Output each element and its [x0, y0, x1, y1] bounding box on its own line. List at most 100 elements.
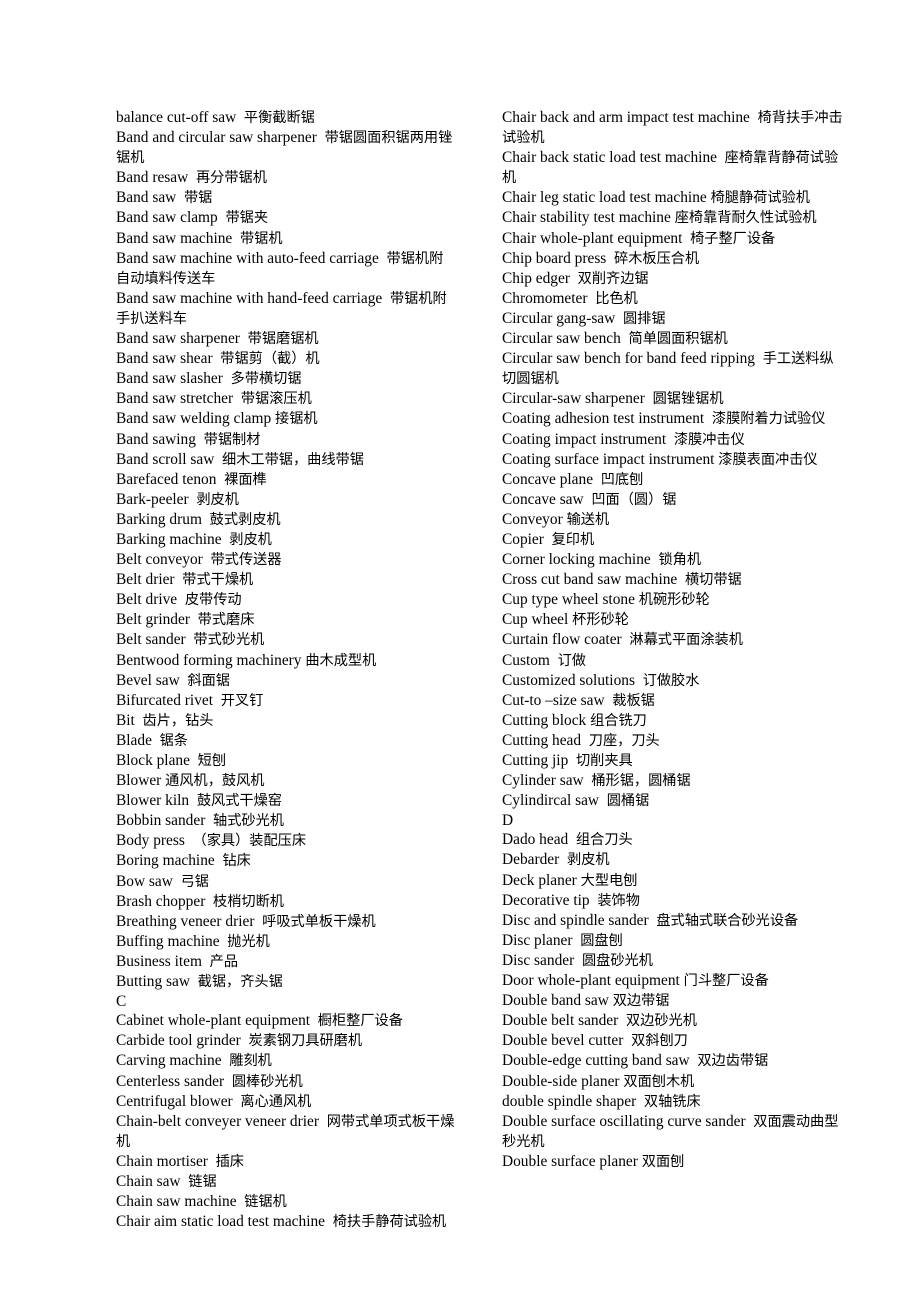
entry-separator	[704, 410, 712, 427]
entry-separator	[173, 873, 181, 890]
entry-term-zh: 刀座，刀头	[588, 732, 660, 749]
glossary-entry: Barking drum 鼓式剥皮机	[116, 510, 457, 530]
entry-separator	[593, 471, 601, 488]
entry-term-zh: 机碗形砂轮	[638, 592, 710, 609]
glossary-entry: Door whole-plant equipment 门斗整厂设备	[502, 971, 843, 991]
entry-term-en: Buffing machine	[116, 932, 220, 950]
glossary-entry: Disc sander 圆盘砂光机	[502, 951, 843, 971]
entry-term-zh: 门斗整厂设备	[683, 973, 769, 990]
glossary-entry: Band saw sharpener 带锯磨锯机	[116, 329, 457, 349]
entry-term-en: Belt conveyor	[116, 551, 203, 569]
entry-term-zh: 简单圆面积锯机	[628, 331, 728, 348]
entry-separator	[645, 390, 653, 407]
entry-term-zh: 桶形锯，圆桶锯	[591, 773, 691, 790]
entry-separator	[177, 591, 185, 608]
entry-term-en: Band resaw	[116, 169, 189, 187]
entry-term-en: Double-edge cutting band saw	[502, 1052, 690, 1070]
entry-separator	[544, 531, 552, 548]
entry-term-zh: 带式磨床	[197, 612, 255, 629]
entry-term-zh: 短刨	[197, 753, 227, 769]
entry-separator	[205, 893, 213, 910]
entry-term-en: Centerless sander	[116, 1072, 225, 1090]
entry-term-zh: 圆桶锯	[606, 793, 650, 810]
entry-term-zh: 双边齿带锯	[697, 1053, 769, 1070]
entry-term-zh: 带锯制材	[203, 431, 261, 448]
entry-separator	[224, 1073, 232, 1090]
entry-term-en: Disc and spindle sander	[502, 911, 649, 929]
glossary-entry: Chip edger 双削齐边锯	[502, 269, 843, 289]
entry-term-en: Band saw clamp	[116, 209, 218, 227]
glossary-entry: Band saw machine with auto-feed carriage…	[116, 249, 457, 289]
entry-term-en: Bow saw	[116, 872, 173, 890]
entry-separator	[677, 571, 685, 588]
glossary-entry: Barefaced tenon 裸面榫	[116, 470, 457, 490]
glossary-entry: Band saw stretcher 带锯滚压机	[116, 389, 457, 409]
entry-term-zh: 组合铣刀	[590, 712, 647, 729]
entry-term-en: Chromometer	[502, 289, 588, 307]
entry-term-zh: 订做	[557, 652, 586, 669]
entry-term-zh: 漆膜冲击仪	[673, 431, 745, 448]
glossary-entry: Carving machine 雕刻机	[116, 1051, 457, 1071]
entry-separator	[190, 611, 198, 628]
entry-term-zh: 双轴铣床	[643, 1093, 701, 1110]
glossary-entry: Cabinet whole-plant equipment 橱柜整厂设备	[116, 1011, 457, 1031]
entry-term-zh: 曲木成型机	[305, 652, 377, 669]
glossary-entry: Blower 通风机，鼓风机	[116, 771, 457, 791]
entry-term-en: Boring machine	[116, 852, 215, 870]
entry-separator	[214, 451, 222, 468]
glossary-entry: Bevel saw 斜面锯	[116, 671, 457, 691]
entry-term-zh: 复印机	[551, 531, 595, 548]
entry-term-zh: 橱柜整厂设备	[317, 1013, 403, 1030]
section-letter: D	[502, 812, 514, 830]
entry-separator	[618, 1012, 626, 1029]
glossary-entry: Concave saw 凹面（圆）锯	[502, 490, 843, 510]
entry-term-en: Carving machine	[116, 1052, 222, 1070]
entry-term-en: Band saw machine	[116, 229, 233, 247]
glossary-entry: Cylinder saw 桶形锯，圆桶锯	[502, 771, 843, 791]
glossary-entry: Band saw clamp 带锯夹	[116, 208, 457, 228]
entry-term-zh: 双边带锯	[612, 993, 670, 1010]
entry-term-zh: 枝梢切断机	[213, 893, 284, 910]
entry-term-zh: 带式传送器	[210, 552, 282, 569]
entry-separator	[236, 109, 244, 126]
entry-term-en: Band saw stretcher	[116, 390, 234, 408]
glossary-entry: Chain saw 链锯	[116, 1172, 457, 1192]
glossary-entry: Coating adhesion test instrument 漆膜附着力试验…	[502, 409, 843, 429]
glossary-entry: Band saw 带锯	[116, 188, 457, 208]
entry-term-en: Band scroll saw	[116, 450, 215, 468]
entry-term-en: Belt drier	[116, 571, 175, 589]
entry-separator	[635, 672, 643, 689]
entry-term-zh: 大型电刨	[580, 872, 638, 889]
entry-term-en: Double surface planer	[502, 1152, 638, 1170]
entry-term-zh: 订做胶水	[642, 672, 700, 689]
entry-term-zh: 横切带锯	[684, 572, 742, 589]
glossary-entry: Circular saw bench 简单圆面积锯机	[502, 329, 843, 349]
entry-separator	[196, 431, 204, 448]
entry-term-en: Breathing veneer drier	[116, 912, 255, 930]
glossary-entry: Butting saw 截锯，齐头锯	[116, 972, 457, 992]
glossary-entry: Cut-to –size saw 裁板锯	[502, 691, 843, 711]
entry-separator	[135, 712, 143, 729]
glossary-entry: Concave plane 凹底刨	[502, 470, 843, 490]
entry-separator	[202, 953, 210, 970]
glossary-entry: Band saw welding clamp 接锯机	[116, 409, 457, 429]
entry-separator	[188, 169, 196, 186]
entry-separator	[190, 752, 198, 769]
glossary-entry: Brash chopper 枝梢切断机	[116, 892, 457, 912]
glossary-entry: Cutting jip 切削夹具	[502, 751, 843, 771]
glossary-entry: Cutting head 刀座，刀头	[502, 731, 843, 751]
glossary-entry: Cylindircal saw 圆桶锯	[502, 791, 843, 811]
entry-term-en: Debarder	[502, 851, 560, 869]
entry-term-zh: 带式砂光机	[193, 632, 265, 649]
entry-term-zh: 细木工带锯，曲线带锯	[222, 451, 364, 468]
glossary-entry: Chair whole-plant equipment 椅子整厂设备	[502, 229, 843, 249]
entry-term-zh: 斜面锯	[187, 672, 230, 689]
glossary-entry: Circular saw bench for band feed ripping…	[502, 349, 843, 389]
entry-term-en: Circular gang-saw	[502, 309, 616, 327]
glossary-entry: Bow saw 弓锯	[116, 872, 457, 892]
entry-term-zh: 切削夹具	[575, 753, 633, 769]
entry-separator	[615, 310, 623, 327]
glossary-entry: Band saw slasher 多带横切锯	[116, 369, 457, 389]
glossary-entry: Cup type wheel stone 机碗形砂轮	[502, 590, 843, 610]
glossary-entry: Circular gang-saw 圆排锯	[502, 309, 843, 329]
